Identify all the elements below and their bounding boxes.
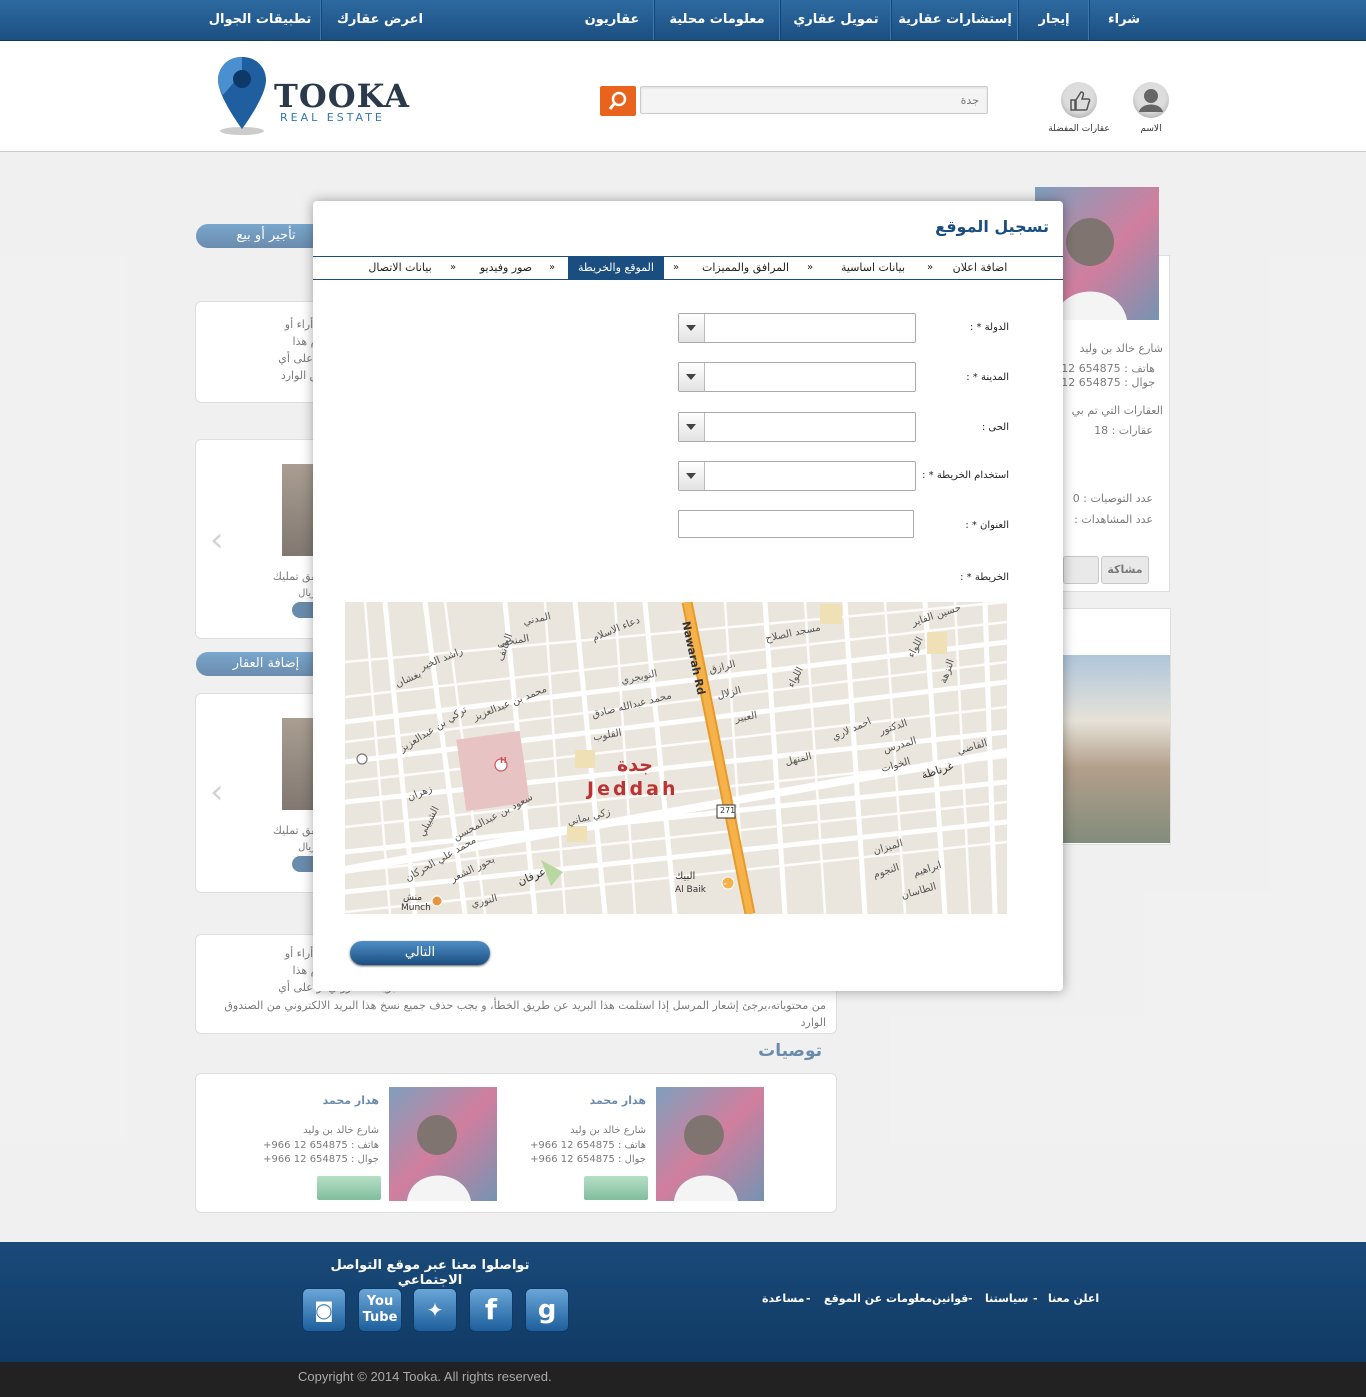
nav-buy[interactable]: شراء [1090, 0, 1158, 40]
step-contact-data[interactable]: بيانات الاتصال [359, 257, 441, 279]
country-label: الدولة * : [969, 322, 1009, 333]
user-label: الاسم [1140, 124, 1162, 134]
dropdown-arrow-icon [679, 413, 705, 441]
favorites-label: عقارات المفضلة [1048, 124, 1110, 134]
search-icon [608, 91, 627, 110]
map-label: الخريطة * : [960, 572, 1009, 583]
search-input[interactable] [640, 86, 988, 114]
use-map-select[interactable] [678, 461, 916, 491]
city-name-english: Jeddah [587, 778, 679, 800]
logo-subtext: REAL ESTATE [280, 111, 385, 124]
twitter-icon[interactable]: ✦ [413, 1288, 457, 1332]
modal-title: تسجيل الموقع [935, 217, 1049, 236]
wizard-steps: اضافة اعلان » بيانات اساسية » المرافق وا… [313, 256, 1063, 280]
step-basic-data[interactable]: بيانات اساسية [828, 257, 918, 279]
location-pin-icon [218, 57, 266, 135]
instagram-icon[interactable]: ◙ [302, 1288, 346, 1332]
favorites-button[interactable] [1061, 82, 1097, 118]
facebook-icon[interactable]: f [469, 1288, 513, 1332]
footer-link-about[interactable]: معلومات عن الموقع [824, 1292, 932, 1305]
country-select[interactable] [678, 313, 916, 343]
step-separator-icon: » [927, 262, 934, 273]
dropdown-arrow-icon [679, 314, 705, 342]
youtube-icon[interactable]: You Tube [358, 1288, 402, 1332]
nav-agents[interactable]: عقاريون [570, 0, 654, 40]
footer-link-separator: - [1033, 1292, 1038, 1305]
district-label: الحى : [981, 422, 1009, 433]
social-title: تواصلوا معنا عبر موقع التواصل الاجتماعي [330, 1258, 530, 1288]
route-number: 271 [720, 806, 736, 815]
step-location-map[interactable]: الموقع والخريطة [568, 257, 664, 279]
city-name-arabic: جدة [617, 754, 653, 776]
city-label: المدينة * : [966, 372, 1009, 383]
google-icon[interactable]: g [525, 1288, 569, 1332]
footer-link-separator: - [806, 1292, 811, 1305]
poi-munch-ar: منش [403, 893, 423, 903]
nav-list-property[interactable]: اعرض عقارك [322, 0, 438, 40]
poi-baik-en: Al Baik [675, 885, 706, 895]
nav-local-info[interactable]: معلومات محلية [656, 0, 778, 40]
poi-baik-ar: البيك [675, 871, 696, 882]
nav-mobile-apps[interactable]: تطبيقات الجوال [200, 0, 320, 40]
nav-rent[interactable]: إيجار [1020, 0, 1088, 40]
hospital-icon: H [500, 756, 507, 765]
district-select[interactable] [678, 412, 916, 442]
address-input[interactable] [678, 510, 914, 538]
user-icon [1139, 89, 1163, 112]
footer-link-policy[interactable]: سياستنا [985, 1292, 1028, 1305]
address-label: العنوان * : [965, 520, 1009, 531]
step-photos-video[interactable]: صور وفيديو [471, 257, 541, 279]
footer-link-terms[interactable]: قوانين [932, 1292, 968, 1305]
city-select[interactable] [678, 362, 916, 392]
logo-text: TOOKA [274, 77, 410, 115]
step-separator-icon: » [807, 262, 814, 273]
nav-finance[interactable]: تمويل عقاري [782, 0, 890, 40]
step-separator-icon: » [673, 262, 680, 273]
copyright-bar: Copyright © 2014 Tooka. All rights reser… [0, 1362, 1366, 1397]
copyright-text: Copyright © 2014 Tooka. All rights reser… [298, 1369, 552, 1384]
location-registration-modal: تسجيل الموقع اضافة اعلان » بيانات اساسية… [313, 201, 1063, 991]
footer-link-help[interactable]: مساعدة [762, 1292, 805, 1305]
logo[interactable]: TOOKA REAL ESTATE [212, 55, 409, 140]
poi-munch-en: Munch [401, 903, 431, 913]
step-facilities[interactable]: المرافق والمميزات [693, 257, 798, 279]
nav-consultations[interactable]: إستشارات عقارية [893, 0, 1017, 40]
user-avatar-button[interactable] [1133, 82, 1169, 118]
footer-link-advertise[interactable]: اعلن معنا [1048, 1292, 1099, 1305]
dropdown-arrow-icon [679, 363, 705, 391]
thumbs-up-icon [1070, 91, 1091, 111]
location-map[interactable]: H ٍ 271 Nawarah Rd جدة Jeddah البيك Al B… [345, 602, 1007, 914]
next-button[interactable]: التالي [350, 941, 490, 965]
site-footer: تواصلوا معنا عبر موقع التواصل الاجتماعي … [0, 1242, 1366, 1362]
search-button[interactable] [600, 86, 636, 116]
dropdown-arrow-icon [679, 462, 705, 490]
step-separator-icon: » [549, 262, 556, 273]
step-add-ad[interactable]: اضافة اعلان [945, 257, 1015, 279]
top-navigation: شراء إيجار إستشارات عقارية تمويل عقاري م… [0, 0, 1366, 41]
step-separator-icon: » [450, 262, 457, 273]
footer-link-separator: - [968, 1292, 973, 1305]
